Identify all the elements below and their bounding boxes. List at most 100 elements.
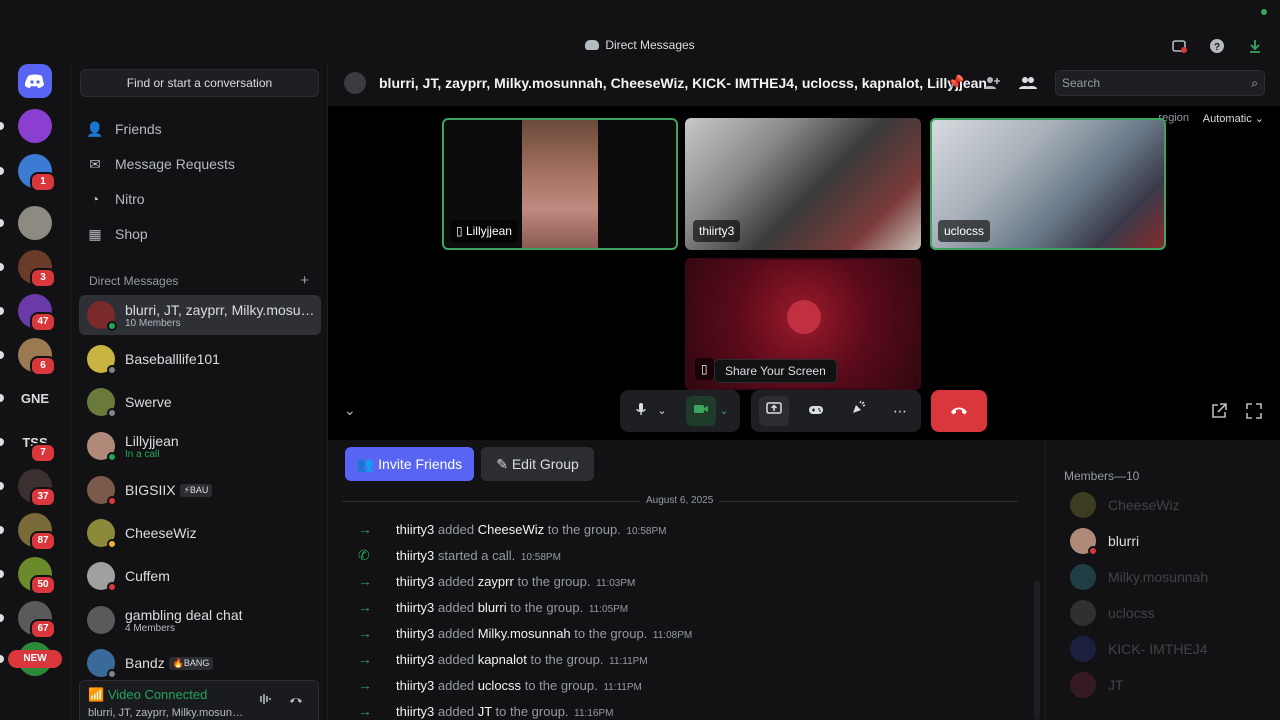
member-item[interactable]: CheeseWiz	[1070, 490, 1180, 520]
dm-item[interactable]: Bandz 🔥BANG	[79, 643, 321, 683]
mention-badge: 3	[30, 268, 56, 288]
dm-item[interactable]: Baseballlife101	[79, 339, 321, 379]
soundboard-icon[interactable]	[843, 396, 873, 426]
video-tile-lillyjjean[interactable]: ▯ Lillyjjean	[442, 118, 678, 250]
share-screen-icon[interactable]	[759, 396, 789, 426]
message-target[interactable]: JT	[478, 704, 492, 719]
nav-friends[interactable]: 👤 Friends	[85, 114, 315, 144]
noise-suppression-icon[interactable]	[256, 691, 272, 710]
unread-pill	[0, 655, 4, 663]
voice-status[interactable]: 📶 Video Connected	[88, 687, 207, 703]
member-list-icon[interactable]	[1018, 74, 1038, 94]
dm-item[interactable]: blurri, JT, zayprr, Milky.mosunnah, Chee…	[79, 295, 321, 335]
pop-out-icon[interactable]	[1210, 402, 1228, 424]
tile-label: uclocss	[938, 220, 991, 242]
dm-item[interactable]: Swerve	[79, 382, 321, 422]
server-icon-12[interactable]: 67	[18, 601, 56, 639]
member-item[interactable]: uclocss	[1070, 598, 1155, 628]
message-actor[interactable]: thiirty3	[396, 626, 434, 641]
collapse-call-chevron-icon[interactable]: ⌄	[344, 402, 356, 419]
arrow-right-icon: →	[358, 573, 372, 589]
download-icon[interactable]	[1246, 38, 1264, 56]
add-friends-to-dm-icon[interactable]	[982, 74, 1002, 94]
member-name: JT	[1108, 677, 1124, 693]
message-actor[interactable]: thiirty3	[396, 548, 434, 563]
avatar	[87, 649, 117, 679]
members-header: Members—10	[1064, 469, 1140, 483]
server-icon-5[interactable]: 47	[18, 294, 56, 332]
message-actor[interactable]: thiirty3	[396, 522, 434, 537]
create-dm-plus-icon[interactable]: +	[300, 272, 309, 289]
message-target[interactable]: blurri	[478, 600, 507, 615]
share-screen-tooltip: Share Your Screen	[714, 359, 837, 383]
nav-message-requests[interactable]: ✉ Message Requests	[85, 149, 315, 179]
dm-sidebar: Find or start a conversation 👤 Friends ✉ M…	[70, 62, 328, 720]
server-icon-3[interactable]	[18, 206, 52, 240]
member-item[interactable]: KICK- IMTHEJ4	[1070, 634, 1208, 664]
video-tile-thiirty3[interactable]: thiirty3	[685, 118, 921, 250]
help-icon[interactable]: ?	[1208, 38, 1226, 56]
camera-icon[interactable]	[686, 396, 716, 426]
server-icon-4[interactable]: 3	[18, 250, 56, 288]
message-target[interactable]: CheeseWiz	[478, 522, 544, 537]
message-target[interactable]: kapnalot	[478, 652, 527, 667]
server-icon-2[interactable]: 1	[18, 154, 56, 192]
member-list: Members—10 CheeseWiz blurri Milky.mosunnah…	[1045, 440, 1280, 720]
friends-icon: 👤	[86, 120, 104, 137]
dm-section-header: Direct Messages +	[89, 272, 309, 289]
status-indicator	[1088, 546, 1098, 556]
system-message: → thiirty3 added uclocss to the group. 11…	[358, 677, 1018, 697]
message-target[interactable]: zayprr	[478, 574, 514, 589]
message-actor[interactable]: thiirty3	[396, 704, 434, 719]
message-target[interactable]: uclocss	[478, 678, 521, 693]
inbox-icon[interactable]	[1170, 38, 1188, 56]
nav-shop[interactable]: ▦ Shop	[85, 219, 315, 249]
end-call-button[interactable]	[931, 390, 987, 432]
member-item[interactable]: Milky.mosunnah	[1070, 562, 1208, 592]
message-verb: added	[437, 626, 475, 641]
edit-group-button[interactable]: ✎ Edit Group	[481, 447, 594, 481]
mic-options-chevron-icon[interactable]: ⌄	[652, 396, 672, 426]
find-conversation-button[interactable]: Find or start a conversation	[80, 69, 319, 97]
message-actor[interactable]: thiirty3	[396, 652, 434, 667]
region-select[interactable]: Automatic ⌄	[1203, 112, 1264, 125]
activities-gamepad-icon[interactable]	[801, 396, 831, 426]
server-icon-11[interactable]: 50	[18, 557, 56, 595]
status-indicator	[107, 539, 117, 549]
server-icon-6[interactable]: 6	[18, 338, 56, 376]
server-icon-9[interactable]: 37	[18, 469, 56, 507]
message-actor[interactable]: thiirty3	[396, 678, 434, 693]
avatar	[87, 562, 117, 592]
server-icon-8[interactable]: TSS 7	[18, 425, 56, 463]
server-icon-1[interactable]	[18, 109, 52, 143]
nav-nitro[interactable]: ◔ Nitro	[85, 184, 315, 214]
dm-name-text: Baseballlife101	[125, 351, 220, 367]
dm-item[interactable]: Cuffem	[79, 556, 321, 596]
dm-item[interactable]: BIGSIIX ⚡BAU	[79, 470, 321, 510]
message-actor[interactable]: thiirty3	[396, 574, 434, 589]
more-options-icon[interactable]: ⋯	[885, 396, 915, 426]
search-input[interactable]: Search ⌕	[1055, 70, 1265, 96]
new-badge[interactable]: NEW	[8, 650, 62, 668]
disconnect-icon[interactable]	[288, 691, 304, 710]
camera-options-chevron-icon[interactable]: ⌄	[714, 396, 734, 426]
server-icon-10[interactable]: 87	[18, 513, 56, 551]
pin-icon[interactable]: 📌	[946, 74, 966, 94]
dm-item[interactable]: CheeseWiz	[79, 513, 321, 553]
home-discord-button[interactable]	[18, 64, 52, 98]
nitro-icon: ◔	[90, 191, 100, 207]
member-item[interactable]: blurri	[1070, 526, 1139, 556]
fullscreen-icon[interactable]	[1245, 402, 1263, 424]
dm-item[interactable]: gambling deal chat 4 Members	[79, 600, 321, 640]
member-item[interactable]: JT	[1070, 670, 1124, 700]
group-name[interactable]: blurri, JT, zayprr, Milky.mosunnah, Chee…	[379, 75, 987, 91]
message-actor[interactable]: thiirty3	[396, 600, 434, 615]
video-tile-uclocss[interactable]: uclocss	[930, 118, 1166, 250]
server-icon-7[interactable]: GNE	[18, 381, 52, 415]
dm-item[interactable]: Lillyjjean In a call	[79, 426, 321, 466]
dm-name: Baseballlife101	[125, 351, 220, 367]
message-target[interactable]: Milky.mosunnah	[478, 626, 571, 641]
invite-friends-button[interactable]: 👥 Invite Friends	[345, 447, 474, 481]
avatar	[1070, 636, 1096, 662]
chat-scrollbar[interactable]	[1034, 580, 1040, 720]
